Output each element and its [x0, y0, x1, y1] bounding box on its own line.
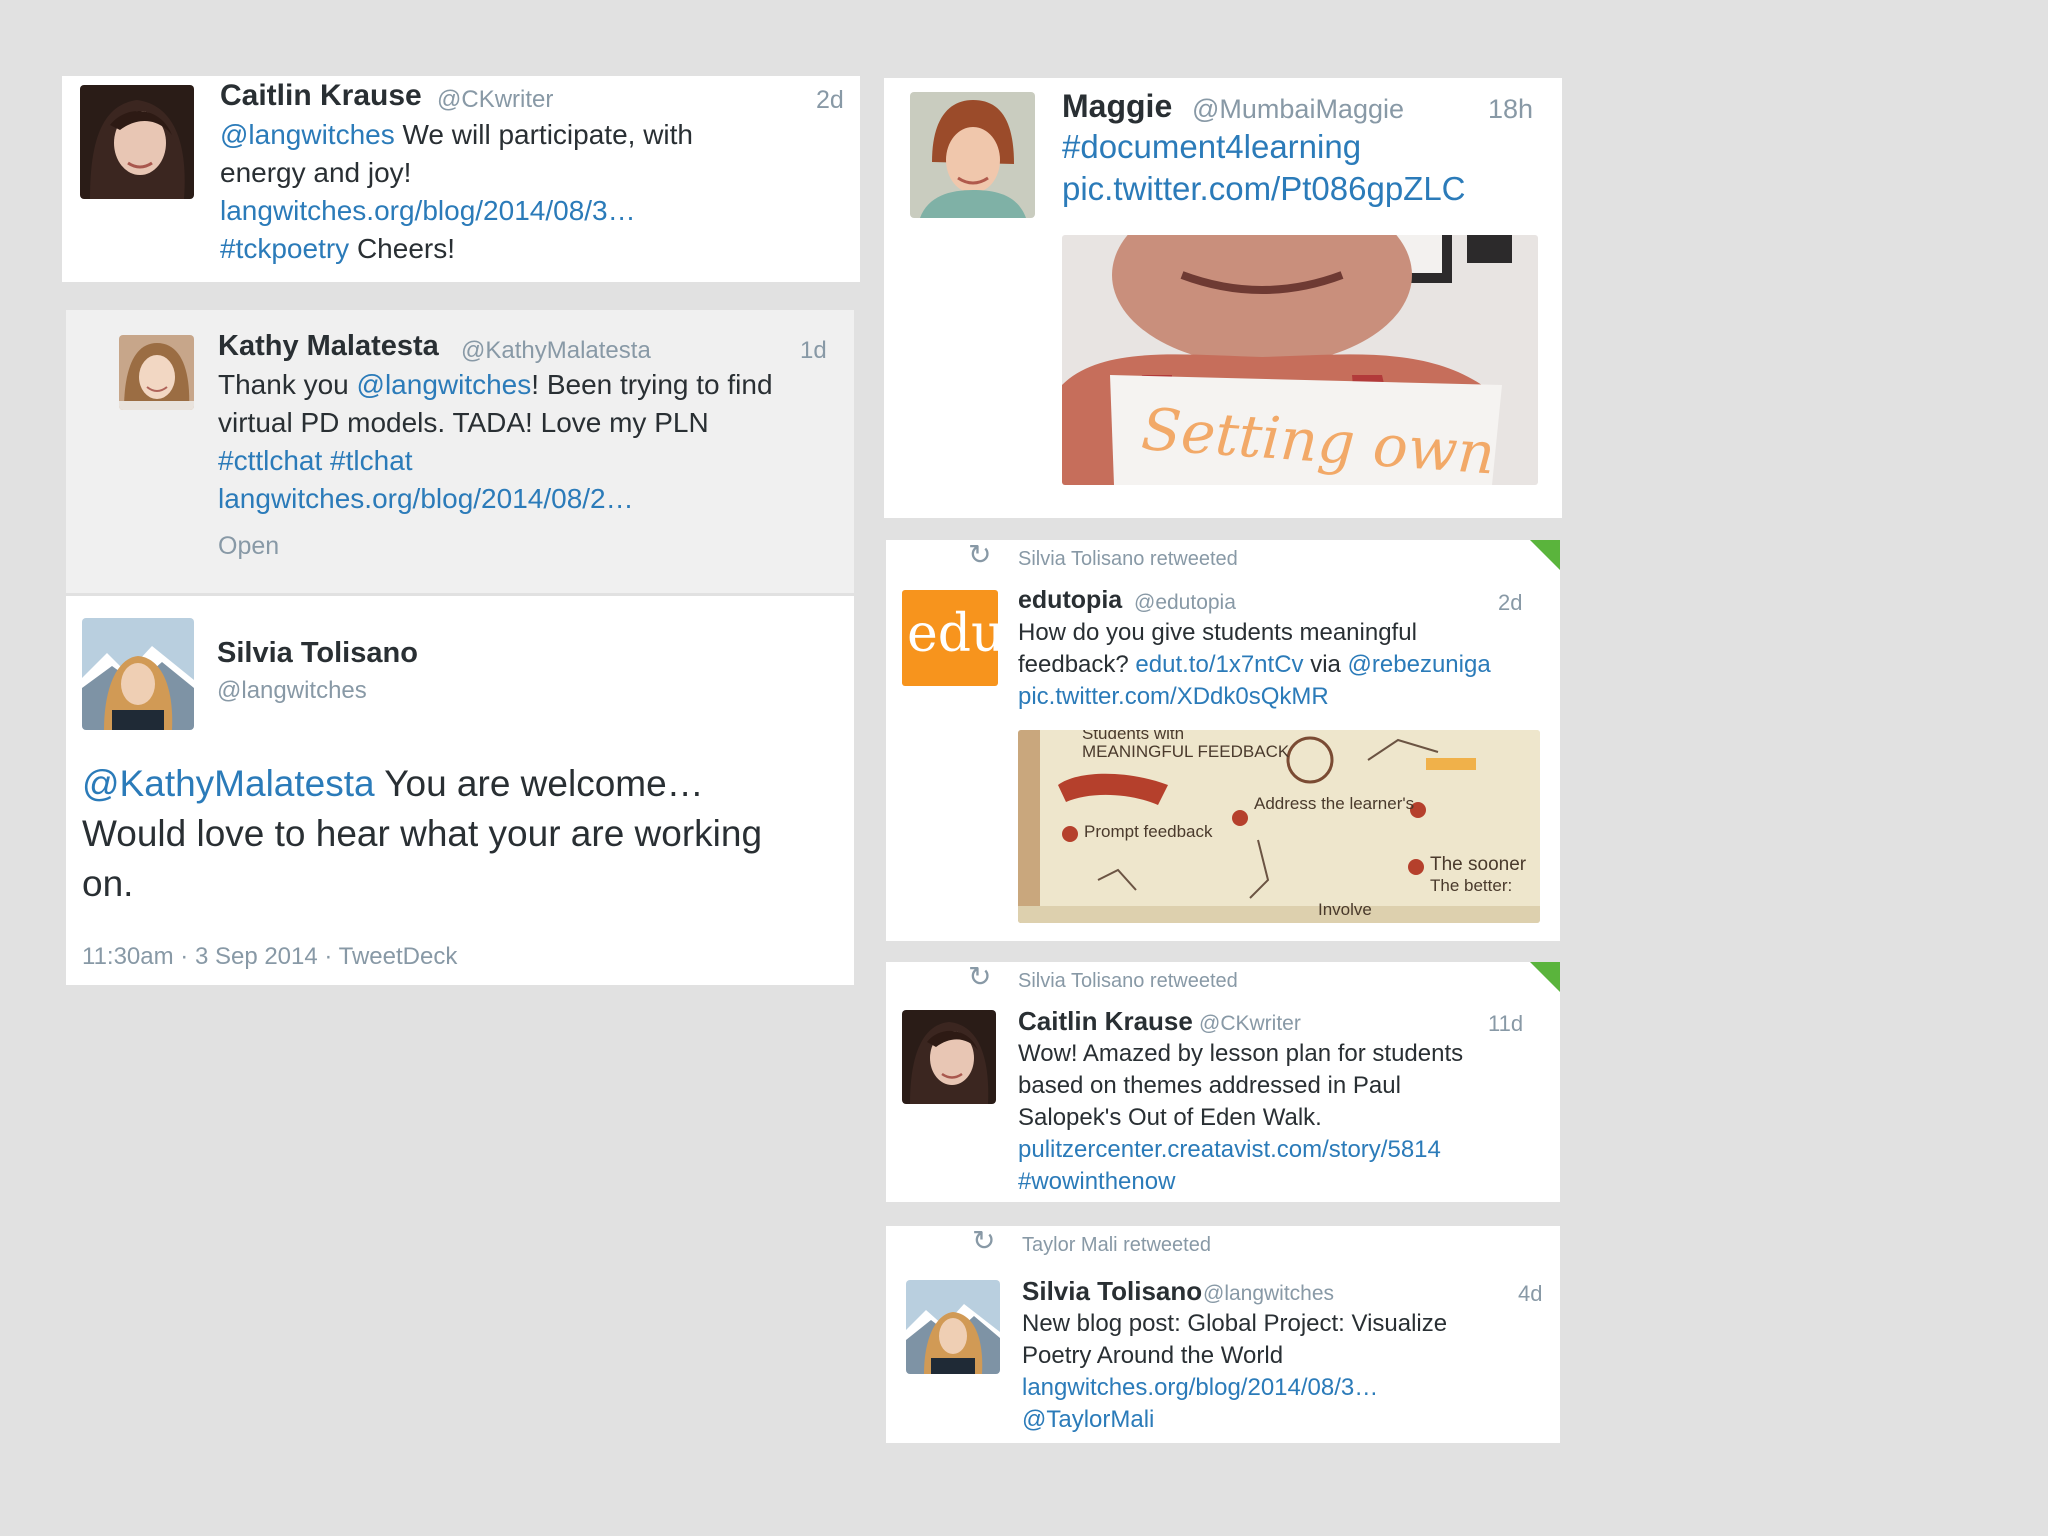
- tweet-card-edutopia[interactable]: ↻ Silvia Tolisano retweeted edu edutopia…: [886, 540, 1560, 941]
- tweet-media-sketchnote[interactable]: Students with MEANINGFUL FEEDBACK Prompt…: [1018, 730, 1540, 923]
- tweet-author-name[interactable]: Maggie: [1062, 88, 1172, 125]
- tweet-timestamp[interactable]: 2d: [816, 86, 844, 115]
- url-link[interactable]: pulitzercenter.creatavist.com/story/5814: [1018, 1134, 1463, 1166]
- tweet-timestamp[interactable]: 18h: [1488, 94, 1533, 125]
- avatar[interactable]: [80, 85, 194, 199]
- hashtag-link[interactable]: #wowinthenow: [1018, 1166, 1463, 1198]
- tweet-timestamp[interactable]: 1d: [800, 337, 827, 365]
- tweet-text: Wow! Amazed by lesson plan for students …: [1018, 1038, 1463, 1198]
- avatar[interactable]: [119, 335, 194, 410]
- tweet-card-silvia-detail[interactable]: Silvia Tolisano @langwitches @KathyMalat…: [66, 596, 854, 985]
- sketch-label-address: Address the learner's: [1254, 794, 1415, 813]
- sketch-label-involve: Involve: [1318, 900, 1372, 919]
- tweet-meta[interactable]: 11:30am · 3 Sep 2014 · TweetDeck: [82, 943, 457, 971]
- edutopia-logo-text: edu: [907, 604, 998, 664]
- retweeted-corner-badge: [1530, 962, 1560, 992]
- mention-link[interactable]: @KathyMalatesta: [82, 763, 375, 804]
- sketch-label-sooner: The sooner: [1430, 854, 1527, 875]
- retweet-icon: ↻: [972, 1226, 996, 1256]
- tweet-author-name[interactable]: Silvia Tolisano: [1022, 1276, 1202, 1307]
- open-tweet-link[interactable]: Open: [218, 532, 279, 561]
- url-link[interactable]: langwitches.org/blog/2014/08/2…: [218, 480, 773, 518]
- mention-link[interactable]: @rebezuniga: [1348, 651, 1491, 678]
- avatar[interactable]: [906, 1280, 1000, 1374]
- avatar-photo: [902, 1010, 996, 1104]
- avatar-photo: [910, 92, 1035, 218]
- tweet-timestamp[interactable]: 11d: [1488, 1011, 1523, 1037]
- avatar[interactable]: [82, 618, 194, 730]
- tweet-timestamp[interactable]: 2d: [1498, 590, 1522, 616]
- tweet-text: Thank you @langwitches! Been trying to f…: [218, 366, 773, 518]
- tweet-author-name[interactable]: edutopia: [1018, 586, 1122, 615]
- tweet-text: #document4learning pic.twitter.com/Pt086…: [1062, 126, 1466, 210]
- tweet-text: @langwitches We will participate, with e…: [220, 119, 693, 264]
- retweeted-corner-badge: [1530, 540, 1560, 570]
- tweet-author-name[interactable]: Silvia Tolisano: [217, 637, 418, 670]
- retweet-icon: ↻: [968, 540, 992, 570]
- tweet-media-photo[interactable]: Setting own: [1062, 235, 1538, 485]
- mention-link[interactable]: @langwitches: [220, 119, 395, 150]
- tweet-text: New blog post: Global Project: Visualize…: [1022, 1308, 1447, 1436]
- tweet-author-name[interactable]: Caitlin Krause: [1018, 1006, 1193, 1037]
- hashtag-link[interactable]: #document4learning: [1062, 126, 1466, 168]
- tweet-card-kathy[interactable]: Kathy Malatesta @KathyMalatesta 1d Thank…: [66, 310, 854, 593]
- mention-link[interactable]: @TaylorMali: [1022, 1404, 1447, 1436]
- tweet-author-handle[interactable]: @langwitches: [217, 677, 367, 705]
- hashtag-link[interactable]: #tckpoetry: [220, 233, 349, 264]
- avatar[interactable]: [902, 1010, 996, 1104]
- url-link[interactable]: langwitches.org/blog/2014/08/3…: [220, 195, 636, 226]
- tweet-author-handle[interactable]: @CKwriter: [437, 86, 553, 114]
- retweet-label[interactable]: Silvia Tolisano retweeted: [1018, 970, 1238, 993]
- url-link[interactable]: edut.to/1x7ntCv: [1135, 651, 1303, 678]
- avatar[interactable]: edu: [902, 590, 998, 686]
- avatar-photo: [119, 335, 194, 410]
- avatar[interactable]: [910, 92, 1035, 218]
- tweet-card-maggie[interactable]: Maggie @MumbaiMaggie 18h #document4learn…: [884, 78, 1562, 518]
- tweet-text: How do you give students meaningful feed…: [1018, 617, 1491, 713]
- sketch-label-better: The better:: [1430, 876, 1513, 895]
- tweet-author-handle[interactable]: @KathyMalatesta: [461, 337, 651, 365]
- sketch-label-prompt: Prompt feedback: [1084, 822, 1213, 841]
- tweet-author-name[interactable]: Kathy Malatesta: [218, 330, 439, 363]
- url-link[interactable]: pic.twitter.com/XDdk0sQkMR: [1018, 681, 1491, 713]
- url-link[interactable]: pic.twitter.com/Pt086gpZLC: [1062, 168, 1466, 210]
- tweet-card-caitlin-1[interactable]: Caitlin Krause @CKwriter 2d @langwitches…: [62, 76, 860, 282]
- tweet-author-name[interactable]: Caitlin Krause: [220, 79, 422, 113]
- tweet-card-caitlin-2[interactable]: ↻ Silvia Tolisano retweeted Caitlin Krau…: [886, 962, 1560, 1202]
- tweet-text: @KathyMalatesta You are welcome… Would l…: [82, 763, 763, 904]
- tweet-author-handle[interactable]: @langwitches: [1203, 1282, 1334, 1306]
- avatar-photo: [906, 1280, 1000, 1374]
- url-link[interactable]: langwitches.org/blog/2014/08/3…: [1022, 1372, 1447, 1404]
- tweet-card-silvia-blogpost[interactable]: ↻ Taylor Mali retweeted Silvia Tolisano …: [886, 1226, 1560, 1443]
- mention-link[interactable]: @langwitches: [357, 369, 532, 400]
- avatar-photo: [80, 85, 194, 199]
- sketch-title-line2: MEANINGFUL FEEDBACK: [1082, 742, 1290, 761]
- tweet-author-handle[interactable]: @MumbaiMaggie: [1192, 94, 1404, 125]
- tweet-timestamp[interactable]: 4d: [1518, 1281, 1542, 1307]
- tweet-author-handle[interactable]: @edutopia: [1134, 591, 1236, 615]
- retweet-label[interactable]: Taylor Mali retweeted: [1022, 1234, 1211, 1257]
- retweet-label[interactable]: Silvia Tolisano retweeted: [1018, 548, 1238, 571]
- hashtag-links[interactable]: #cttlchat #tlchat: [218, 442, 773, 480]
- retweet-icon: ↻: [968, 962, 992, 992]
- tweet-author-handle[interactable]: @CKwriter: [1199, 1012, 1301, 1036]
- avatar-photo: [82, 618, 194, 730]
